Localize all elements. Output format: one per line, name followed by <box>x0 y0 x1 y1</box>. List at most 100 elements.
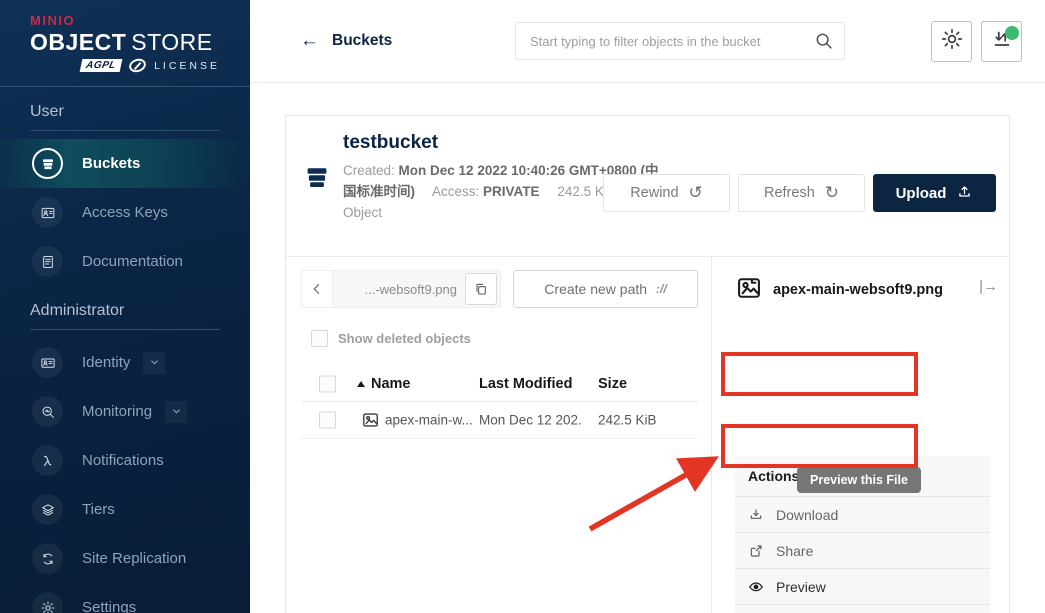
path-breadcrumb-bar: ...-websoft9.png <box>301 270 501 308</box>
collapse-panel-icon[interactable]: |→ <box>979 278 998 295</box>
search-icon <box>813 30 835 52</box>
create-path-label: Create new path <box>544 281 647 297</box>
show-deleted-label: Show deleted objects <box>338 331 471 346</box>
rewind-button[interactable]: Rewind <box>603 174 730 212</box>
gear-icon <box>32 592 63 613</box>
access-value: PRIVATE <box>483 184 540 199</box>
sidebar-item-settings[interactable]: Settings <box>0 583 250 613</box>
sidebar-item-documentation[interactable]: Documentation <box>0 237 250 286</box>
minio-logo: MINIO OBJECTSTORE AGPL LICENSE <box>0 0 250 87</box>
preview-tooltip: Preview this File <box>797 467 921 493</box>
minio-console-page: MINIO OBJECTSTORE AGPL LICENSE User Buck… <box>0 0 1045 613</box>
sidebar-item-label: Buckets <box>82 155 140 172</box>
bucket-icon <box>302 162 332 192</box>
identity-icon <box>32 347 63 378</box>
sidebar-item-buckets[interactable]: Buckets <box>0 139 250 188</box>
object-last-modified: Mon Dec 12 202... <box>479 413 583 428</box>
filter-search <box>515 22 845 60</box>
bucket-icon <box>32 148 63 179</box>
license-update-button[interactable] <box>981 21 1022 62</box>
lambda-icon <box>32 445 63 476</box>
sidebar-item-label: Access Keys <box>82 204 168 221</box>
documentation-icon <box>32 246 63 277</box>
sidebar-item-site-replication[interactable]: Site Replication <box>0 534 250 583</box>
breadcrumb: ...-websoft9.png <box>333 271 465 307</box>
refresh-button-label: Refresh <box>764 185 815 201</box>
back-to-buckets-button[interactable]: Buckets <box>300 30 392 52</box>
sidebar-user-list: Buckets Access Keys Documentation <box>0 139 250 286</box>
green-status-dot <box>1005 26 1019 40</box>
column-header-last-modified[interactable]: Last Modified <box>479 376 572 392</box>
sidebar-item-label: Documentation <box>82 253 183 270</box>
gear-icon <box>940 27 964 56</box>
access-keys-icon <box>32 197 63 228</box>
sort-ascending-icon[interactable] <box>357 381 365 387</box>
rewind-icon <box>689 183 703 203</box>
sidebar-item-tiers[interactable]: Tiers <box>0 485 250 534</box>
chevron-down-icon[interactable] <box>165 401 187 423</box>
sidebar: MINIO OBJECTSTORE AGPL LICENSE User Buck… <box>0 0 250 613</box>
create-new-path-button[interactable]: Create new path :// <box>513 270 698 308</box>
topbar: Buckets <box>250 0 1045 83</box>
section-label-administrator: Administrator <box>30 302 220 330</box>
action-download[interactable]: Download <box>735 496 990 532</box>
created-label: Created: <box>343 163 395 178</box>
replication-arrows-icon <box>32 543 63 574</box>
action-preview[interactable]: Preview <box>735 568 990 604</box>
settings-button[interactable] <box>931 21 972 62</box>
back-label: Buckets <box>332 32 392 50</box>
sidebar-item-label: Identity <box>82 354 130 371</box>
agpl-badge: AGPL <box>80 59 123 72</box>
show-deleted-checkbox[interactable] <box>311 330 328 347</box>
objects-table-header: Name Last Modified Size <box>301 366 698 402</box>
column-header-size[interactable]: Size <box>598 376 627 392</box>
eye-icon <box>748 579 764 595</box>
upload-button[interactable]: Upload <box>873 174 996 212</box>
path-back-button[interactable] <box>302 271 333 307</box>
sidebar-item-label: Tiers <box>82 501 115 518</box>
monitoring-icon <box>32 396 63 427</box>
minio-brand: MINIO <box>30 13 232 28</box>
file-image-icon <box>361 411 380 430</box>
sidebar-item-label: Monitoring <box>82 403 152 420</box>
action-share[interactable]: Share <box>735 532 990 568</box>
sidebar-item-identity[interactable]: Identity <box>0 338 250 387</box>
sidebar-item-label: Settings <box>82 599 136 613</box>
access-label: Access: <box>432 184 479 199</box>
sidebar-item-monitoring[interactable]: Monitoring <box>0 387 250 436</box>
path-slash-icon: :// <box>656 282 667 296</box>
column-header-name[interactable]: Name <box>371 376 411 392</box>
sidebar-item-access-keys[interactable]: Access Keys <box>0 188 250 237</box>
sidebar-item-label: Notifications <box>82 452 164 469</box>
object-name: apex-main-w... <box>385 413 473 428</box>
upload-icon <box>956 183 973 204</box>
upload-button-label: Upload <box>896 185 947 202</box>
copy-path-button[interactable] <box>465 273 497 305</box>
bucket-browser-card: testbucket Created: Mon Dec 12 2022 10:4… <box>285 115 1010 613</box>
table-row[interactable]: apex-main-w... Mon Dec 12 202... 242.5 K… <box>301 402 698 439</box>
action-legal-hold[interactable]: Legal Hold <box>735 604 990 613</box>
sidebar-admin-list: Identity Monitoring Notifications <box>0 338 250 613</box>
license-badge-row: AGPL LICENSE <box>30 59 220 72</box>
row-checkbox[interactable] <box>319 412 336 429</box>
share-icon <box>748 543 764 559</box>
object-details-panel: apex-main-websoft9.png |→ Actions: Downl… <box>711 256 1010 613</box>
select-all-checkbox[interactable] <box>319 375 336 392</box>
download-icon <box>748 507 764 523</box>
refresh-button[interactable]: Refresh <box>738 174 865 212</box>
sidebar-item-label: Site Replication <box>82 550 186 567</box>
sidebar-item-notifications[interactable]: Notifications <box>0 436 250 485</box>
license-label: LICENSE <box>154 60 220 72</box>
back-arrow-icon <box>300 30 319 52</box>
tiers-layers-icon <box>32 494 63 525</box>
object-size: 242.5 KiB <box>598 413 657 428</box>
rewind-button-label: Rewind <box>630 185 678 201</box>
search-input[interactable] <box>515 22 845 60</box>
agpl-v3-swoosh-icon <box>127 57 147 75</box>
object-store-title: OBJECTSTORE <box>30 29 232 56</box>
chevron-down-icon[interactable] <box>143 352 165 374</box>
bucket-name: testbucket <box>343 132 438 154</box>
refresh-icon <box>825 183 839 203</box>
selected-object-name: apex-main-websoft9.png <box>773 282 943 298</box>
file-image-icon <box>735 274 763 302</box>
